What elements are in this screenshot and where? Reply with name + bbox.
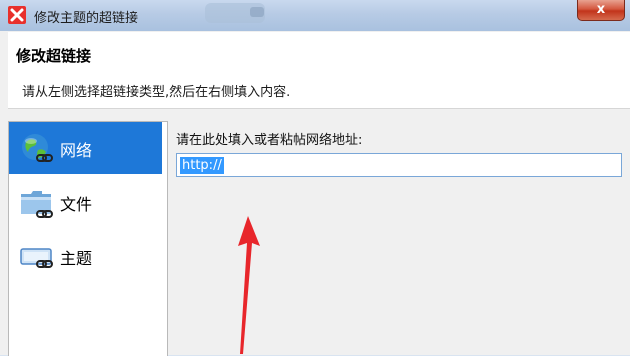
link-type-list: 网络 文件 主题 <box>8 121 168 356</box>
url-input[interactable] <box>176 153 622 177</box>
xmind-app-icon <box>8 6 26 24</box>
globe-link-icon <box>20 132 54 166</box>
close-button[interactable]: x <box>577 0 625 21</box>
sidebar-item-file[interactable]: 文件 <box>9 176 162 228</box>
sidebar-item-label: 文件 <box>60 195 93 214</box>
sidebar-item-topic[interactable]: 主题 <box>9 230 162 282</box>
sidebar-item-label: 主题 <box>60 249 93 268</box>
topic-link-icon <box>20 240 54 274</box>
sidebar-item-label: 网络 <box>60 141 93 160</box>
window-title: 修改主题的超链接 <box>34 11 139 26</box>
url-field-label: 请在此处填入或者粘帖网络地址: <box>176 133 363 148</box>
blurred-background-detail <box>250 7 264 17</box>
dialog-body: 修改超链接 请从左侧选择超链接类型,然后在右侧填入内容. 网络 文件 主题 请在… <box>0 31 630 356</box>
dialog-heading: 修改超链接 <box>16 47 92 65</box>
annotation-arrow-icon <box>238 216 260 354</box>
dialog-instructions: 请从左侧选择超链接类型,然后在右侧填入内容. <box>22 85 291 100</box>
sidebar-item-web[interactable]: 网络 <box>9 122 162 174</box>
title-bar: 修改主题的超链接 x <box>0 0 630 31</box>
folder-link-icon <box>20 186 54 220</box>
dialog-header: 修改超链接 请从左侧选择超链接类型,然后在右侧填入内容. <box>8 32 630 109</box>
url-selected-text: http:// <box>180 157 224 174</box>
